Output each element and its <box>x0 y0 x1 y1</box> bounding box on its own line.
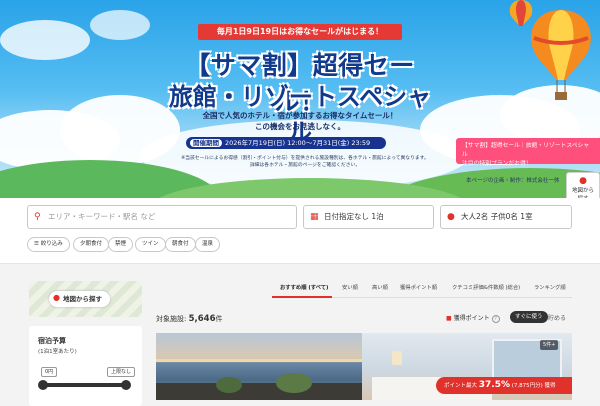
help-icon[interactable]: ? <box>491 315 500 323</box>
guests-select[interactable]: ● 大人2名 子供0名 1室 <box>440 205 572 229</box>
badge-percent: 37.5% <box>478 380 510 390</box>
points-label: 獲得ポイント <box>453 315 490 322</box>
filter-chip[interactable]: 温泉 <box>195 237 221 252</box>
keyword-placeholder: エリア・キーワード・駅名 など <box>48 212 156 221</box>
promo-card-line2: 注目の特別プランがお得！ <box>462 161 532 167</box>
chip-label: ツイン <box>142 241 159 247</box>
map-pin-icon: ● <box>53 293 60 302</box>
period-text: 2026年7月19日(日) 12:00〜7月31日(金) 23:59 <box>225 139 371 147</box>
banner-subtitle-line2: この機会をお見逃しなく。 <box>255 122 345 131</box>
sea-horizon <box>156 359 362 362</box>
budget-slider-max-handle[interactable] <box>121 380 131 390</box>
keyword-search-input[interactable]: ⚲ エリア・キーワード・駅名 など <box>27 205 297 229</box>
filter-chip-narrow[interactable]: ☰ 絞り込み <box>27 237 70 252</box>
tab-sort-expensive[interactable]: 高い順 <box>372 283 388 291</box>
chip-label: 夕朝食付 <box>80 241 103 247</box>
filter-icon: ☰ <box>34 241 41 247</box>
result-count: 対象施設: 5,646件 <box>156 314 222 324</box>
result-count-prefix: 対象施設: <box>156 315 187 323</box>
tab-sort-reviews[interactable]: クチコミ評価&件数順 (総合) <box>452 283 520 291</box>
cloud-shape <box>90 10 150 40</box>
budget-slider-min-handle[interactable] <box>38 380 48 390</box>
badge-prefix: ポイント最大 <box>444 383 478 389</box>
plant-shape <box>216 377 242 393</box>
badge-suffix: (7,875円分) 獲得 <box>511 383 556 389</box>
points-save-toggle[interactable]: 貯める <box>548 313 566 322</box>
filter-chip[interactable]: 夕朝食付 <box>73 237 110 252</box>
active-tab-indicator <box>272 296 332 298</box>
calendar-icon: ▦ <box>310 212 319 222</box>
filter-chip[interactable]: ツイン <box>135 237 166 252</box>
plant-shape <box>276 373 312 393</box>
terrace-rail <box>156 383 362 400</box>
promo-card-line1: 【サマ割】超得セール｜旅館・リゾートスペシャル <box>462 143 590 158</box>
chip-label: 朝食付 <box>172 241 189 247</box>
tab-sort-ranking[interactable]: ランキング順 <box>534 283 566 291</box>
person-icon: ● <box>447 212 455 222</box>
filter-chip[interactable]: 朝食付 <box>165 237 196 252</box>
photo-count-badge: 5件+ <box>540 340 559 350</box>
date-select[interactable]: ▦ 日付指定なし 1泊 <box>303 205 434 229</box>
period-tag: 開催期間 <box>190 139 222 147</box>
room-lamp <box>392 351 402 365</box>
chip-label: 絞り込み <box>40 241 63 247</box>
hot-air-balloon-icon <box>509 0 533 26</box>
hotel-photo-sea-view[interactable] <box>156 333 362 400</box>
map-search-button[interactable]: 地図から探す ● <box>29 281 142 317</box>
banner-note-line1: ※当該セールによるお得感（割引・ポイント付与）を提供される施設種別は、各ホテル・… <box>181 156 429 161</box>
chip-label: 禁煙 <box>115 241 127 247</box>
tab-sort-cheapest[interactable]: 安い順 <box>342 283 358 291</box>
points-reward-badge: ポイント最大 37.5% (7,875円分) 獲得 <box>436 377 572 394</box>
budget-max-value: 上限なし <box>107 367 136 377</box>
budget-filter: 宿泊予算 (1泊1室あたり) 0円 上限なし <box>29 326 142 406</box>
search-icon: ⚲ <box>34 212 41 222</box>
result-count-suffix: 件 <box>215 315 223 323</box>
banner-note: ※当該セールによるお得感（割引・ポイント付与）を提供される施設種別は、各ホテル・… <box>180 155 430 169</box>
banner-note-line2: 詳細は各ホテル・旅館のページをご確認ください。 <box>249 163 361 168</box>
points-icon: ■ <box>446 315 452 322</box>
banner-subtitle-line1: 全国で人気のホテル・宿が参加するお得なタイムセール！ <box>202 111 398 120</box>
points-setting: ■ 獲得ポイント ? <box>446 313 500 323</box>
sale-days-pill: 毎月1日9日19日はお得なセールがはじまる！ <box>198 24 402 40</box>
cloud-shape <box>0 20 90 60</box>
budget-subtitle: (1泊1室あたり) <box>38 349 77 355</box>
filter-chip[interactable]: 禁煙 <box>108 237 134 252</box>
result-count-value: 5,646 <box>188 314 216 324</box>
guests-label: 大人2名 子供0名 1室 <box>461 212 533 221</box>
banner-subtitle: 全国で人気のホテル・宿が参加するお得なタイムセール！ この機会をお見逃しなく。 <box>160 110 440 132</box>
budget-min-value: 0円 <box>41 367 58 377</box>
budget-slider-track[interactable] <box>41 383 127 387</box>
tab-sort-points[interactable]: 獲得ポイント順 <box>400 283 437 291</box>
tab-sort-recommended[interactable]: おすすめ順 (すべて) <box>280 283 328 291</box>
search-bar: ⚲ エリア・キーワード・駅名 など ▦ 日付指定なし 1泊 ● 大人2名 子供0… <box>0 198 600 264</box>
date-label: 日付指定なし 1泊 <box>324 212 384 221</box>
points-use-now-toggle[interactable]: すぐに使う <box>510 311 548 323</box>
hot-air-balloon-icon <box>531 10 591 100</box>
map-float-label-line1: 地図から <box>571 188 594 194</box>
budget-title: 宿泊予算 <box>38 337 66 345</box>
sale-period: 開催期間 2026年7月19日(日) 12:00〜7月31日(金) 23:59 <box>186 137 386 149</box>
banner-credit: 本ページの企画・制作：株式会社一休 <box>466 178 560 184</box>
map-pin-icon: ● <box>579 176 587 186</box>
chip-label: 温泉 <box>202 241 214 247</box>
promo-card[interactable]: 【サマ割】超得セール｜旅館・リゾートスペシャル 注目の特別プランがお得！ <box>456 138 600 167</box>
